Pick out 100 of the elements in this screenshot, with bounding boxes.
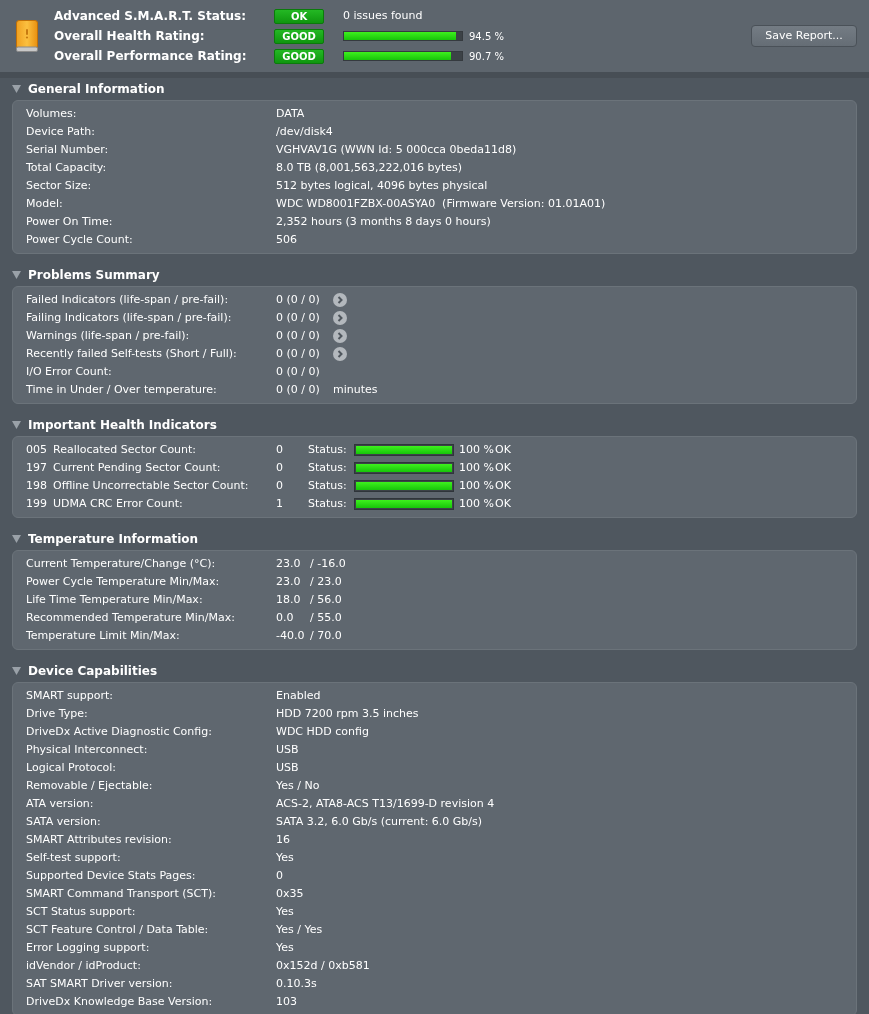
disclosure-triangle-icon[interactable]: [12, 271, 21, 279]
field-label: Volumes:: [26, 106, 77, 122]
field-label: Removable / Ejectable:: [26, 778, 153, 794]
field-value: Yes: [276, 940, 294, 956]
temperature-max: / 55.0: [310, 610, 342, 626]
field-value: 0.10.3s: [276, 976, 317, 992]
field-value: 0 (0 / 0): [276, 292, 321, 308]
field-label: Device Path:: [26, 124, 95, 140]
field-value: DATA: [276, 106, 305, 122]
field-label: Failed Indicators (life-span / pre-fail):: [26, 292, 229, 308]
field-label: Error Logging support:: [26, 940, 150, 956]
status-result: OK: [495, 442, 511, 458]
field-label: Recently failed Self-tests (Short / Full):: [26, 346, 237, 362]
field-label: Total Capacity:: [26, 160, 107, 176]
status-badge: GOOD: [274, 48, 324, 64]
disclosure-triangle-icon[interactable]: [12, 85, 21, 93]
disclosure-triangle-icon[interactable]: [12, 667, 21, 675]
attribute-id: 005: [26, 442, 47, 458]
section-title: Problems Summary: [28, 267, 160, 284]
field-value: WDC WD8001FZBX-00ASYA0 (Firmware Version: 01.01A01): [276, 196, 606, 212]
attribute-id: 199: [26, 496, 47, 512]
field-label: Power On Time:: [26, 214, 113, 230]
field-label: I/O Error Count:: [26, 364, 112, 380]
field-value: Yes: [276, 904, 294, 920]
temperature-min: 18.0: [276, 592, 301, 608]
rating-label: Overall Health Rating:: [54, 28, 206, 45]
temperature-max: / -16.0: [310, 556, 346, 572]
attribute-name: Offline Uncorrectable Sector Count:: [53, 478, 249, 494]
field-label: Self-test support:: [26, 850, 121, 866]
field-value: 8.0 TB (8,001,563,222,016 bytes): [276, 160, 463, 176]
field-value: USB: [276, 742, 299, 758]
field-value: Yes / No: [276, 778, 320, 794]
field-label: Logical Protocol:: [26, 760, 117, 776]
save-report-button[interactable]: Save Report...: [751, 25, 857, 47]
chevron-circle-icon[interactable]: [333, 347, 347, 361]
status-badge: GOOD: [274, 28, 324, 44]
attribute-name: Reallocated Sector Count:: [53, 442, 197, 458]
attribute-value: 1: [276, 496, 283, 512]
field-label: DriveDx Knowledge Base Version:: [26, 994, 213, 1010]
field-value: 2,352 hours (3 months 8 days 0 hours): [276, 214, 491, 230]
field-label: Time in Under / Over temperature:: [26, 382, 217, 398]
field-value: 0 (0 / 0): [276, 310, 321, 326]
field-value: Yes: [276, 850, 294, 866]
attribute-value: 0: [276, 460, 283, 476]
field-value: WDC HDD config: [276, 724, 369, 740]
field-value: ACS-2, ATA8-ACS T13/1699-D revision 4: [276, 796, 495, 812]
field-label: Failing Indicators (life-span / pre-fail):: [26, 310, 232, 326]
temperature-min: 23.0: [276, 556, 301, 572]
attribute-name: UDMA CRC Error Count:: [53, 496, 183, 512]
field-label: Recommended Temperature Min/Max:: [26, 610, 235, 626]
field-value: 0 (0 / 0): [276, 328, 321, 344]
field-label: Power Cycle Temperature Min/Max:: [26, 574, 220, 590]
status-label: Status:: [308, 442, 347, 458]
section-title: Device Capabilities: [28, 663, 158, 680]
disclosure-triangle-icon[interactable]: [12, 421, 21, 429]
attribute-id: 197: [26, 460, 47, 476]
field-label: DriveDx Active Diagnostic Config:: [26, 724, 212, 740]
field-label: Warnings (life-span / pre-fail):: [26, 328, 190, 344]
issues-text: 0 issues found: [343, 7, 423, 24]
chevron-circle-icon[interactable]: [333, 311, 347, 325]
field-value: /dev/disk4: [276, 124, 333, 140]
field-value: 16: [276, 832, 290, 848]
field-label: Current Temperature/Change (°C):: [26, 556, 216, 572]
field-label: Power Cycle Count:: [26, 232, 133, 248]
status-label: Status:: [308, 478, 347, 494]
rating-percent: 94.5 %: [469, 29, 504, 44]
field-value: VGHVAV1G (WWN Id: 5 000cca 0beda11d8): [276, 142, 517, 158]
field-value: 0x35: [276, 886, 304, 902]
field-value: 512 bytes logical, 4096 bytes physical: [276, 178, 488, 194]
unit-text: minutes: [333, 382, 378, 398]
chevron-circle-icon[interactable]: [333, 329, 347, 343]
rating-percent: 90.7 %: [469, 49, 504, 64]
field-value: 103: [276, 994, 297, 1010]
field-label: SMART Attributes revision:: [26, 832, 172, 848]
field-label: Life Time Temperature Min/Max:: [26, 592, 203, 608]
status-result: OK: [495, 460, 511, 476]
field-label: Supported Device Stats Pages:: [26, 868, 196, 884]
field-label: SATA version:: [26, 814, 101, 830]
attribute-id: 198: [26, 478, 47, 494]
drive-icon: [16, 20, 38, 52]
field-value: 0 (0 / 0): [276, 346, 321, 362]
field-value: 506: [276, 232, 297, 248]
field-value: 0x152d / 0xb581: [276, 958, 370, 974]
status-percent: 100 %: [459, 478, 494, 494]
field-label: SAT SMART Driver version:: [26, 976, 173, 992]
chevron-circle-icon[interactable]: [333, 293, 347, 307]
temperature-min: 0.0: [276, 610, 294, 626]
status-result: OK: [495, 478, 511, 494]
field-value: Yes / Yes: [276, 922, 323, 938]
temperature-min: -40.0: [276, 628, 305, 644]
temperature-max: / 56.0: [310, 592, 342, 608]
field-label: SMART Command Transport (SCT):: [26, 886, 216, 902]
rating-label: Overall Performance Rating:: [54, 48, 248, 65]
field-label: Model:: [26, 196, 63, 212]
temperature-max: / 70.0: [310, 628, 342, 644]
disclosure-triangle-icon[interactable]: [12, 535, 21, 543]
status-label: Status:: [308, 460, 347, 476]
attribute-value: 0: [276, 478, 283, 494]
status-label: Status:: [308, 496, 347, 512]
field-label: Temperature Limit Min/Max:: [26, 628, 180, 644]
